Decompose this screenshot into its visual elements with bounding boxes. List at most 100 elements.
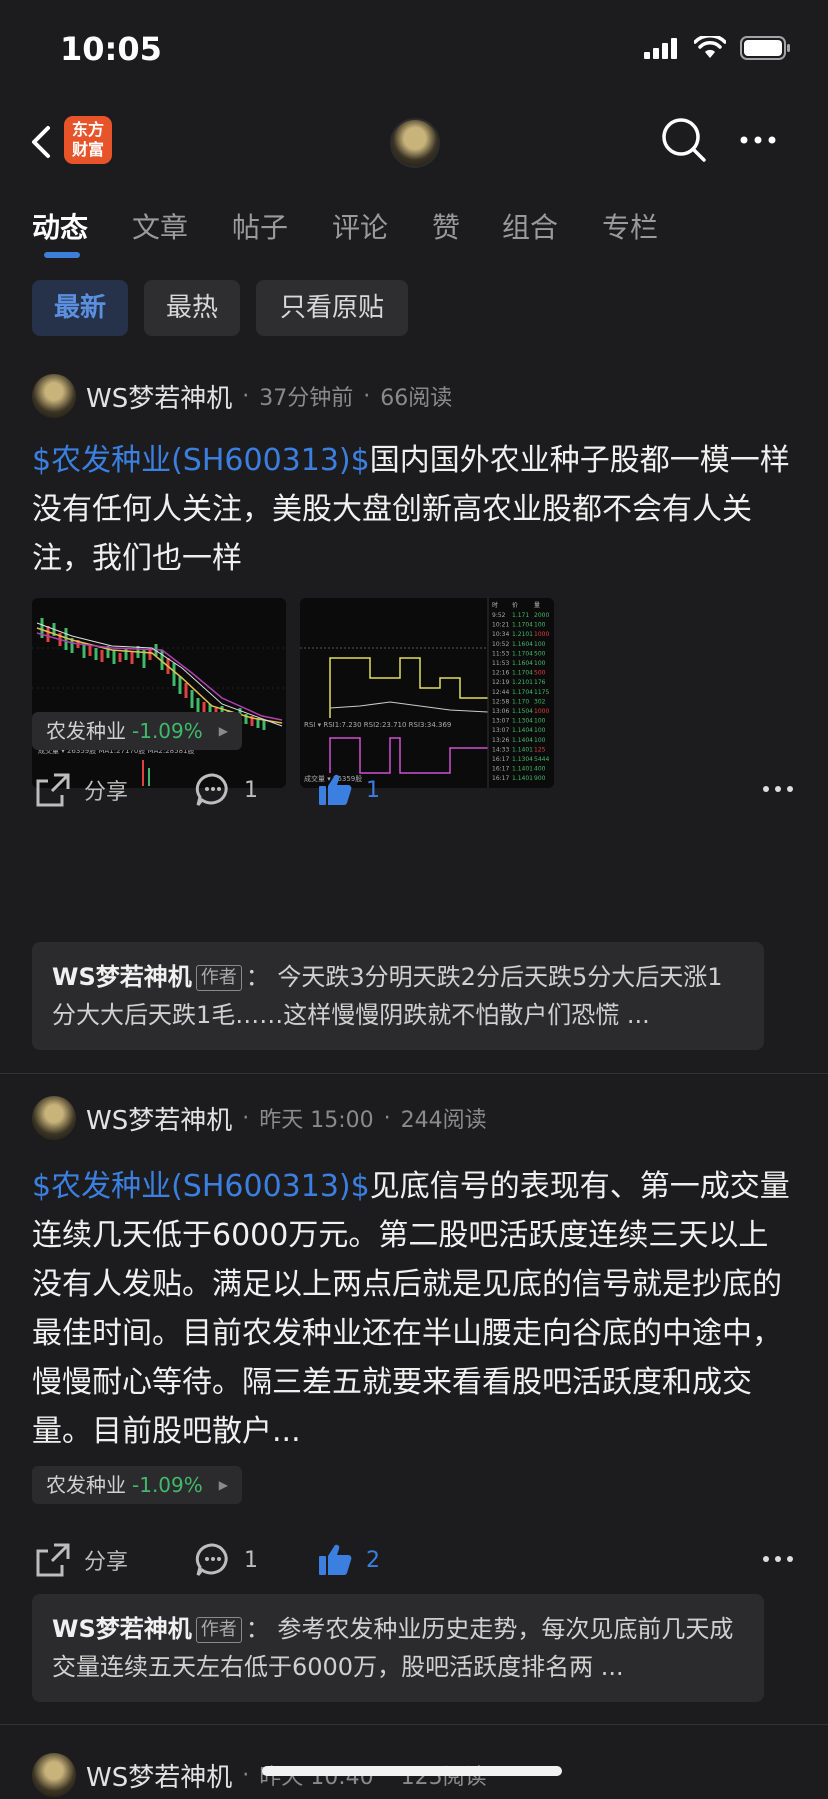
- trade-list-cell: 500: [534, 670, 546, 677]
- avatar[interactable]: [32, 374, 76, 418]
- trade-list-cell: 1.1304: [512, 756, 533, 763]
- trade-list-cell: 1.170: [512, 698, 529, 705]
- stock-tag-change: -1.09%: [132, 719, 203, 743]
- more-icon[interactable]: [730, 120, 786, 160]
- trade-list-cell: 9:52: [492, 612, 506, 619]
- trade-list-cell: 1.1404: [512, 727, 533, 734]
- trade-list-cell: 12:16: [492, 670, 509, 677]
- trade-list-cell: 10:52: [492, 641, 509, 648]
- trade-list-cell: 2000: [534, 612, 549, 619]
- avatar[interactable]: [32, 1096, 76, 1140]
- profile-avatar[interactable]: [390, 118, 440, 168]
- post-meta-separator: ·: [363, 383, 371, 409]
- like-count: 2: [366, 1547, 380, 1573]
- trade-list-cell: 1.2101: [512, 631, 533, 638]
- filter-latest[interactable]: 最新: [32, 280, 128, 336]
- intraday-chart-image: RSI ▾ RSI1:7.230 RSI2:23.710 RSI3:34.369…: [300, 598, 554, 788]
- trade-list-cell: 100: [534, 660, 546, 667]
- play-arrow-icon: ▶: [218, 1478, 228, 1492]
- post-actions: 分享 1 2: [0, 1534, 828, 1586]
- filter-row: 最新 最热 只看原贴: [0, 266, 828, 346]
- trade-list-cell: 1.1604: [512, 641, 533, 648]
- post-card[interactable]: WS梦若神机 · 昨天 15:00 · 244阅读 $农发种业(SH600313…: [0, 1074, 828, 1724]
- tab-comments[interactable]: 评论: [332, 206, 388, 246]
- nav-bar: 东方 财富: [0, 100, 828, 184]
- profile-tabs: 动态 文章 帖子 评论 赞 组合 专栏: [0, 184, 828, 266]
- post-body[interactable]: $农发种业(SH600313)$见底信号的表现有、第一成交量连续几天低于6000…: [32, 1162, 792, 1456]
- battery-icon: [740, 36, 790, 60]
- rsi-legend: RSI ▾ RSI1:7.230 RSI2:23.710 RSI3:34.369: [304, 721, 451, 729]
- tab-posts[interactable]: 帖子: [232, 206, 288, 246]
- stock-tag[interactable]: 农发种业 -1.09% ▶: [32, 712, 242, 750]
- comment-preview[interactable]: WS梦若神机 作者： 参考农发种业历史走势，每次见底前几天成交量连续五天左右低于6…: [32, 1594, 764, 1702]
- trade-list-cell: 100: [534, 718, 546, 725]
- like-count: 1: [366, 777, 380, 803]
- trade-list-cell: 302: [534, 698, 546, 705]
- search-icon[interactable]: [660, 116, 708, 164]
- trade-list-cell: 1.2101: [512, 679, 533, 686]
- comment-preview[interactable]: WS梦若神机 作者： 今天跌3分明天跌2分后天跌5分大后天涨1分大大后天跌1毛………: [32, 942, 764, 1050]
- trade-list-header: 量: [534, 602, 540, 609]
- tab-likes[interactable]: 赞: [432, 206, 460, 246]
- trade-list-cell: 16:17: [492, 756, 509, 763]
- author-badge: 作者: [195, 1617, 242, 1643]
- share-icon: [36, 773, 70, 807]
- share-button[interactable]: 分享: [34, 764, 128, 816]
- trade-list-cell: 13:07: [492, 727, 509, 734]
- post-meta-separator: ·: [383, 1105, 391, 1131]
- post-text: 见底信号的表现有、第一成交量连续几天低于6000万元。第二股吧活跃度连续三天以上…: [32, 1169, 790, 1449]
- signal-icon: [644, 38, 677, 59]
- author-name[interactable]: WS梦若神机: [86, 1757, 232, 1794]
- post-meta-separator: ·: [242, 383, 250, 409]
- thumbs-up-icon: [319, 1544, 352, 1575]
- trade-list-cell: 13:26: [492, 737, 509, 744]
- author-name[interactable]: WS梦若神机: [86, 378, 232, 415]
- filter-hot[interactable]: 最热: [144, 280, 240, 336]
- trade-list-header: 价: [512, 602, 518, 609]
- trade-list-cell: 11:53: [492, 650, 509, 657]
- trade-list-cell: 11:53: [492, 660, 509, 667]
- home-indicator[interactable]: [262, 1766, 562, 1776]
- trade-list-cell: 1.1404: [512, 737, 533, 744]
- filter-original-only[interactable]: 只看原贴: [256, 280, 408, 336]
- tab-dynamics[interactable]: 动态: [32, 206, 88, 246]
- tab-columns[interactable]: 专栏: [602, 206, 658, 246]
- post-more-icon[interactable]: [758, 774, 798, 804]
- post-body[interactable]: $农发种业(SH600313)$国内国外农业种子股都一模一样没有任何人关注，美股…: [32, 436, 792, 583]
- post-image-intraday[interactable]: RSI ▾ RSI1:7.230 RSI2:23.710 RSI3:34.369…: [300, 598, 554, 788]
- status-bar: 10:05: [0, 0, 828, 100]
- tab-portfolios[interactable]: 组合: [502, 206, 558, 246]
- wifi-icon: [694, 36, 726, 58]
- stock-link[interactable]: $农发种业(SH600313)$: [32, 443, 370, 478]
- comment-colon: ：: [245, 963, 270, 991]
- comment-button[interactable]: 1: [194, 1534, 258, 1586]
- post-actions: 分享 1 1: [0, 764, 828, 816]
- like-button[interactable]: 1: [316, 764, 380, 816]
- post-time: 37分钟前: [259, 386, 354, 411]
- trade-list-cell: 100: [534, 737, 546, 744]
- back-icon[interactable]: [24, 118, 64, 166]
- like-button[interactable]: 2: [316, 1534, 380, 1586]
- stock-link[interactable]: $农发种业(SH600313)$: [32, 1169, 370, 1204]
- share-button[interactable]: 分享: [34, 1534, 128, 1586]
- comment-author[interactable]: WS梦若神机: [52, 1615, 192, 1643]
- trade-list-cell: 10:34: [492, 631, 509, 638]
- comment-button[interactable]: 1: [194, 764, 258, 816]
- author-name[interactable]: WS梦若神机: [86, 1100, 232, 1137]
- comment-author[interactable]: WS梦若神机: [52, 963, 192, 991]
- trade-list-cell: 13:07: [492, 718, 509, 725]
- trade-list-cell: 1.1704: [512, 622, 533, 629]
- post-more-icon[interactable]: [758, 1544, 798, 1574]
- avatar[interactable]: [32, 1753, 76, 1797]
- post-meta-separator: ·: [242, 1105, 250, 1131]
- tab-articles[interactable]: 文章: [132, 206, 188, 246]
- trade-list-cell: 100: [534, 622, 546, 629]
- app-logo[interactable]: 东方 财富: [64, 116, 112, 164]
- kline-chart-image: 成交量 ▾ 26359股 MA1:27170股 MA2:28581股: [32, 598, 286, 788]
- post-image-kline[interactable]: 成交量 ▾ 26359股 MA1:27170股 MA2:28581股: [32, 598, 286, 788]
- post-reads: 244阅读: [400, 1108, 487, 1133]
- post-card[interactable]: WS梦若神机 · 昨天 10:40 · 125阅读: [0, 1725, 828, 1797]
- stock-tag[interactable]: 农发种业 -1.09% ▶: [32, 1466, 242, 1504]
- post-card[interactable]: WS梦若神机 · 37分钟前 · 66阅读 $农发种业(SH600313)$国内…: [0, 346, 828, 1072]
- trade-list-cell: 1.1704: [512, 689, 533, 696]
